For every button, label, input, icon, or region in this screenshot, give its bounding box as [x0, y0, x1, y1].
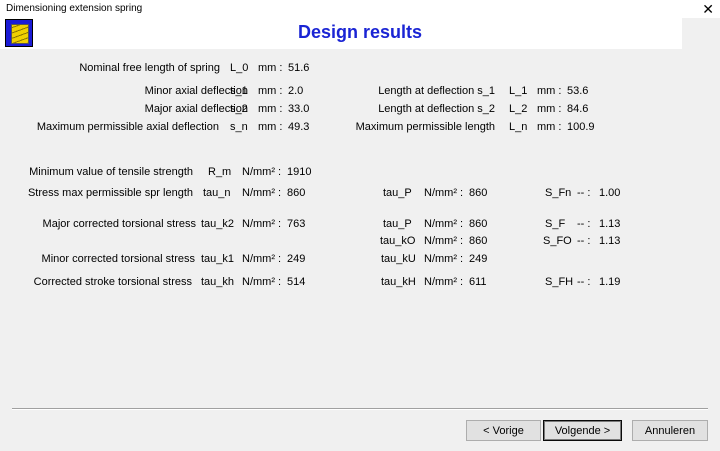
taukH-symbol: tau_kH — [381, 276, 416, 288]
window-title: Dimensioning extension spring — [6, 3, 143, 14]
L1-value: 53.6 — [567, 85, 589, 97]
tauk1-value: 249 — [287, 253, 306, 265]
tauk2-value: 763 — [287, 218, 306, 230]
SFn-symbol: S_Fn — [545, 187, 572, 199]
tauP2-value: 860 — [469, 218, 488, 230]
sn-value: 49.3 — [288, 121, 310, 133]
taukh-unit: N/mm² : — [242, 276, 282, 288]
SFO-value: 1.13 — [599, 235, 621, 247]
taukh-value: 514 — [287, 276, 306, 288]
taun-symbol: tau_n — [203, 187, 231, 199]
s2-unit: mm : — [258, 103, 283, 115]
tauk1-label: Minor corrected torsional stress — [41, 253, 195, 265]
Rm-label: Minimum value of tensile strength — [29, 166, 193, 178]
Rm-unit: N/mm² : — [242, 166, 282, 178]
SFH-unit: -- : — [577, 276, 591, 288]
cancel-button[interactable]: Annuleren — [632, 420, 708, 441]
Ln-unit: mm : — [537, 121, 562, 133]
Ln-value: 100.9 — [567, 121, 595, 133]
L2-value: 84.6 — [567, 103, 589, 115]
tauP1-value: 860 — [469, 187, 488, 199]
L1-unit: mm : — [537, 85, 562, 97]
tauk2-unit: N/mm² : — [242, 218, 282, 230]
tauk0-symbol: tau_kO — [380, 235, 416, 247]
free-length-label: Nominal free length of spring — [79, 62, 220, 74]
next-button[interactable]: Volgende > — [543, 420, 622, 441]
SFn-unit: -- : — [577, 187, 591, 199]
L2-label: Length at deflection s_2 — [378, 103, 495, 115]
taun-label: Stress max permissible spr length — [27, 187, 193, 199]
SFO-symbol: S_FO — [543, 235, 572, 247]
page-title: Design results — [297, 22, 423, 42]
free-length-unit: mm : — [258, 62, 283, 74]
tauk0-value: 860 — [469, 235, 488, 247]
free-length-value: 51.6 — [288, 62, 310, 74]
L1-label: Length at deflection s_1 — [378, 85, 495, 97]
Ln-label: Maximum permissible length — [355, 121, 495, 133]
Rm-symbol: R_m — [208, 166, 232, 178]
Ln-symbol: L_n — [509, 121, 528, 133]
close-icon[interactable]: ✕ — [702, 0, 714, 18]
tauk2-symbol: tau_k2 — [201, 218, 235, 230]
taun-unit: N/mm² : — [242, 187, 282, 199]
s2-value: 33.0 — [288, 103, 310, 115]
free-length-symbol: L_0 — [230, 62, 249, 74]
tauP1-unit: N/mm² : — [424, 187, 464, 199]
SF-unit: -- : — [577, 218, 591, 230]
tauP2-unit: N/mm² : — [424, 218, 464, 230]
s1-value: 2.0 — [288, 85, 304, 97]
tauP1-symbol: tau_P — [383, 187, 412, 199]
s1-symbol: s_1 — [230, 85, 248, 97]
sn-unit: mm : — [258, 121, 283, 133]
taukU-unit: N/mm² : — [424, 253, 464, 265]
taukU-value: 249 — [469, 253, 488, 265]
s2-symbol: s_2 — [230, 103, 248, 115]
sn-symbol: s_n — [230, 121, 248, 133]
SF-value: 1.13 — [599, 218, 621, 230]
taukH-unit: N/mm² : — [424, 276, 464, 288]
taukH-value: 611 — [469, 276, 487, 288]
tauk0-unit: N/mm² : — [424, 235, 464, 247]
SFn-value: 1.00 — [599, 187, 621, 199]
SFO-unit: -- : — [577, 235, 591, 247]
Rm-value: 1910 — [287, 166, 312, 178]
SFH-symbol: S_FH — [545, 276, 574, 288]
SFH-value: 1.19 — [599, 276, 621, 288]
taukh-symbol: tau_kh — [201, 276, 235, 288]
tauk1-symbol: tau_k1 — [201, 253, 235, 265]
tauP2-symbol: tau_P — [383, 218, 412, 230]
sn-label: Maximum permissible axial deflection — [36, 121, 219, 133]
back-button[interactable]: < Vorige — [466, 420, 541, 441]
taun-value: 860 — [287, 187, 306, 199]
L2-symbol: L_2 — [509, 103, 528, 115]
tauk2-label: Major corrected torsional stress — [42, 218, 196, 230]
footer-divider — [12, 408, 708, 410]
s1-unit: mm : — [258, 85, 283, 97]
title-bar: Dimensioning extension spring ✕ — [0, 0, 720, 18]
L1-symbol: L_1 — [509, 85, 528, 97]
taukU-symbol: tau_kU — [381, 253, 416, 265]
SF-symbol: S_F — [545, 218, 566, 230]
L2-unit: mm : — [537, 103, 562, 115]
tauk1-unit: N/mm² : — [242, 253, 282, 265]
taukh-label: Corrected stroke torsional stress — [33, 276, 192, 288]
